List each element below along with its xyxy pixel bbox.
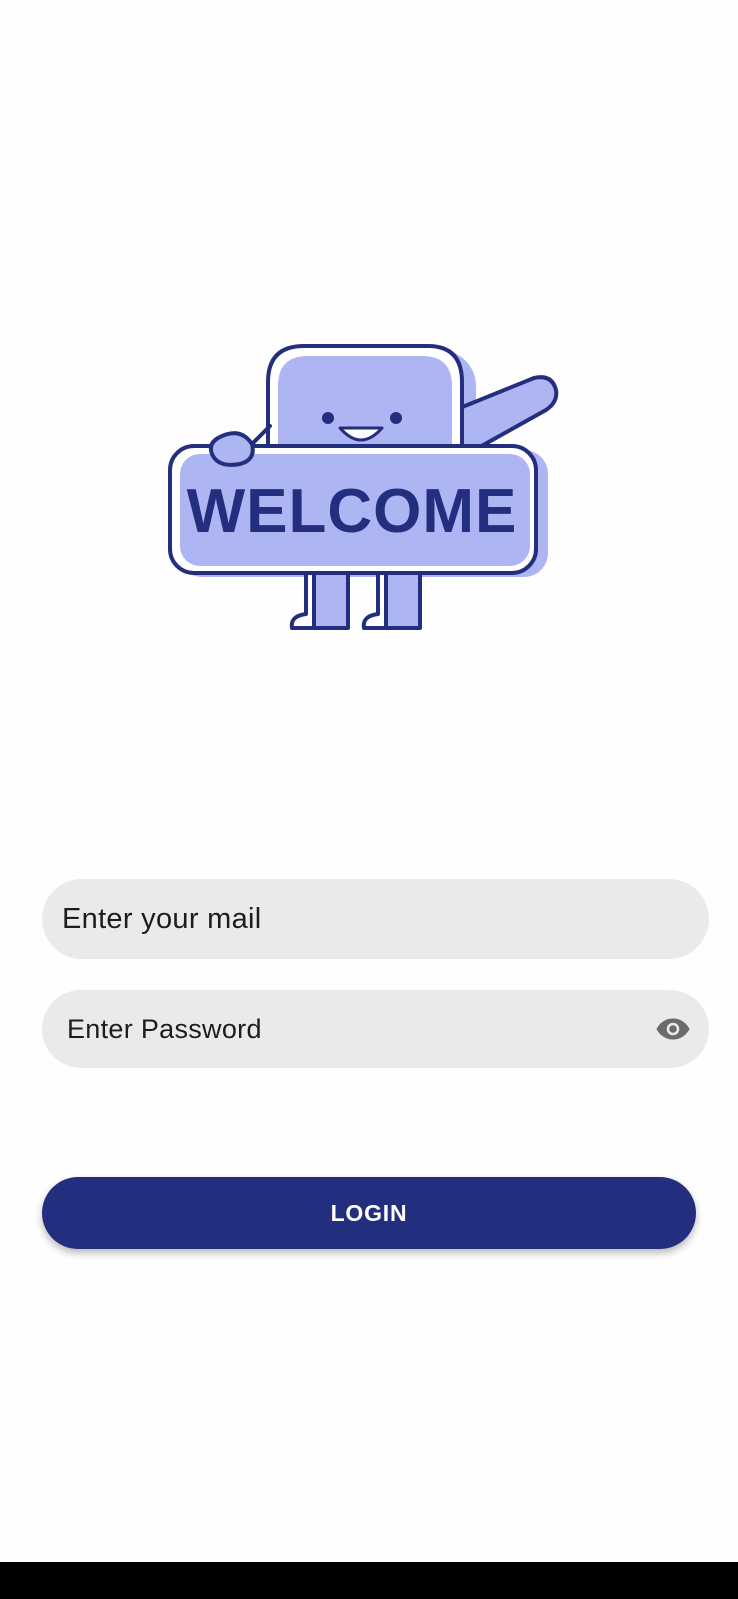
system-nav-bar xyxy=(0,1562,738,1599)
email-placeholder: Enter your mail xyxy=(62,902,262,935)
login-screen: WELCOME Enter your mail Enter Password L… xyxy=(0,0,738,1599)
password-placeholder: Enter Password xyxy=(67,1013,262,1044)
welcome-sign-text: WELCOME xyxy=(187,477,518,546)
email-field[interactable]: Enter your mail xyxy=(42,879,709,959)
welcome-illustration: WELCOME xyxy=(168,344,559,630)
login-button[interactable]: LOGIN xyxy=(42,1177,696,1249)
password-field[interactable]: Enter Password xyxy=(42,990,709,1068)
eye-icon[interactable] xyxy=(655,1011,691,1047)
